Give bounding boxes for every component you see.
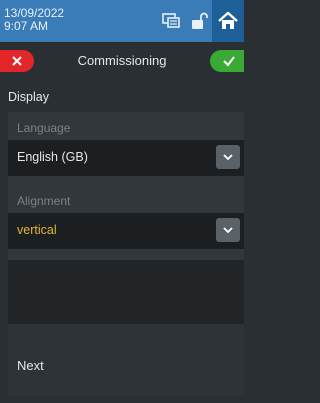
check-icon — [223, 56, 235, 67]
close-icon — [12, 56, 22, 66]
time-text: 9:07 AM — [4, 19, 49, 33]
alignment-dropdown[interactable]: vertical — [8, 213, 244, 249]
language-dropdown[interactable]: English (GB) — [8, 140, 244, 176]
chevron-down-icon — [223, 227, 233, 234]
section-title: Display — [8, 90, 49, 104]
language-label: Language — [17, 121, 71, 135]
chevron-down-icon — [223, 154, 233, 161]
page-title: Commissioning — [77, 53, 167, 68]
date-time: 13/09/2022 9:07 AM — [4, 7, 64, 33]
language-dropdown-button[interactable] — [216, 145, 240, 169]
alignment-value: vertical — [17, 223, 57, 237]
cancel-button[interactable] — [0, 50, 34, 72]
unlock-icon[interactable] — [188, 10, 210, 32]
monitor-icon[interactable] — [160, 10, 182, 32]
next-button[interactable]: Next — [17, 358, 44, 373]
commissioning-screen: 13/09/2022 9:07 AM Commissioning Display… — [0, 0, 244, 403]
confirm-button[interactable] — [210, 50, 244, 72]
alignment-dropdown-button[interactable] — [216, 218, 240, 242]
empty-panel — [8, 260, 244, 324]
status-bar: 13/09/2022 9:07 AM — [0, 0, 244, 42]
alignment-label: Alignment — [17, 194, 71, 208]
header-bar: Commissioning — [0, 48, 244, 76]
home-icon — [217, 10, 239, 32]
home-button[interactable] — [212, 0, 244, 42]
language-value: English (GB) — [17, 150, 88, 164]
